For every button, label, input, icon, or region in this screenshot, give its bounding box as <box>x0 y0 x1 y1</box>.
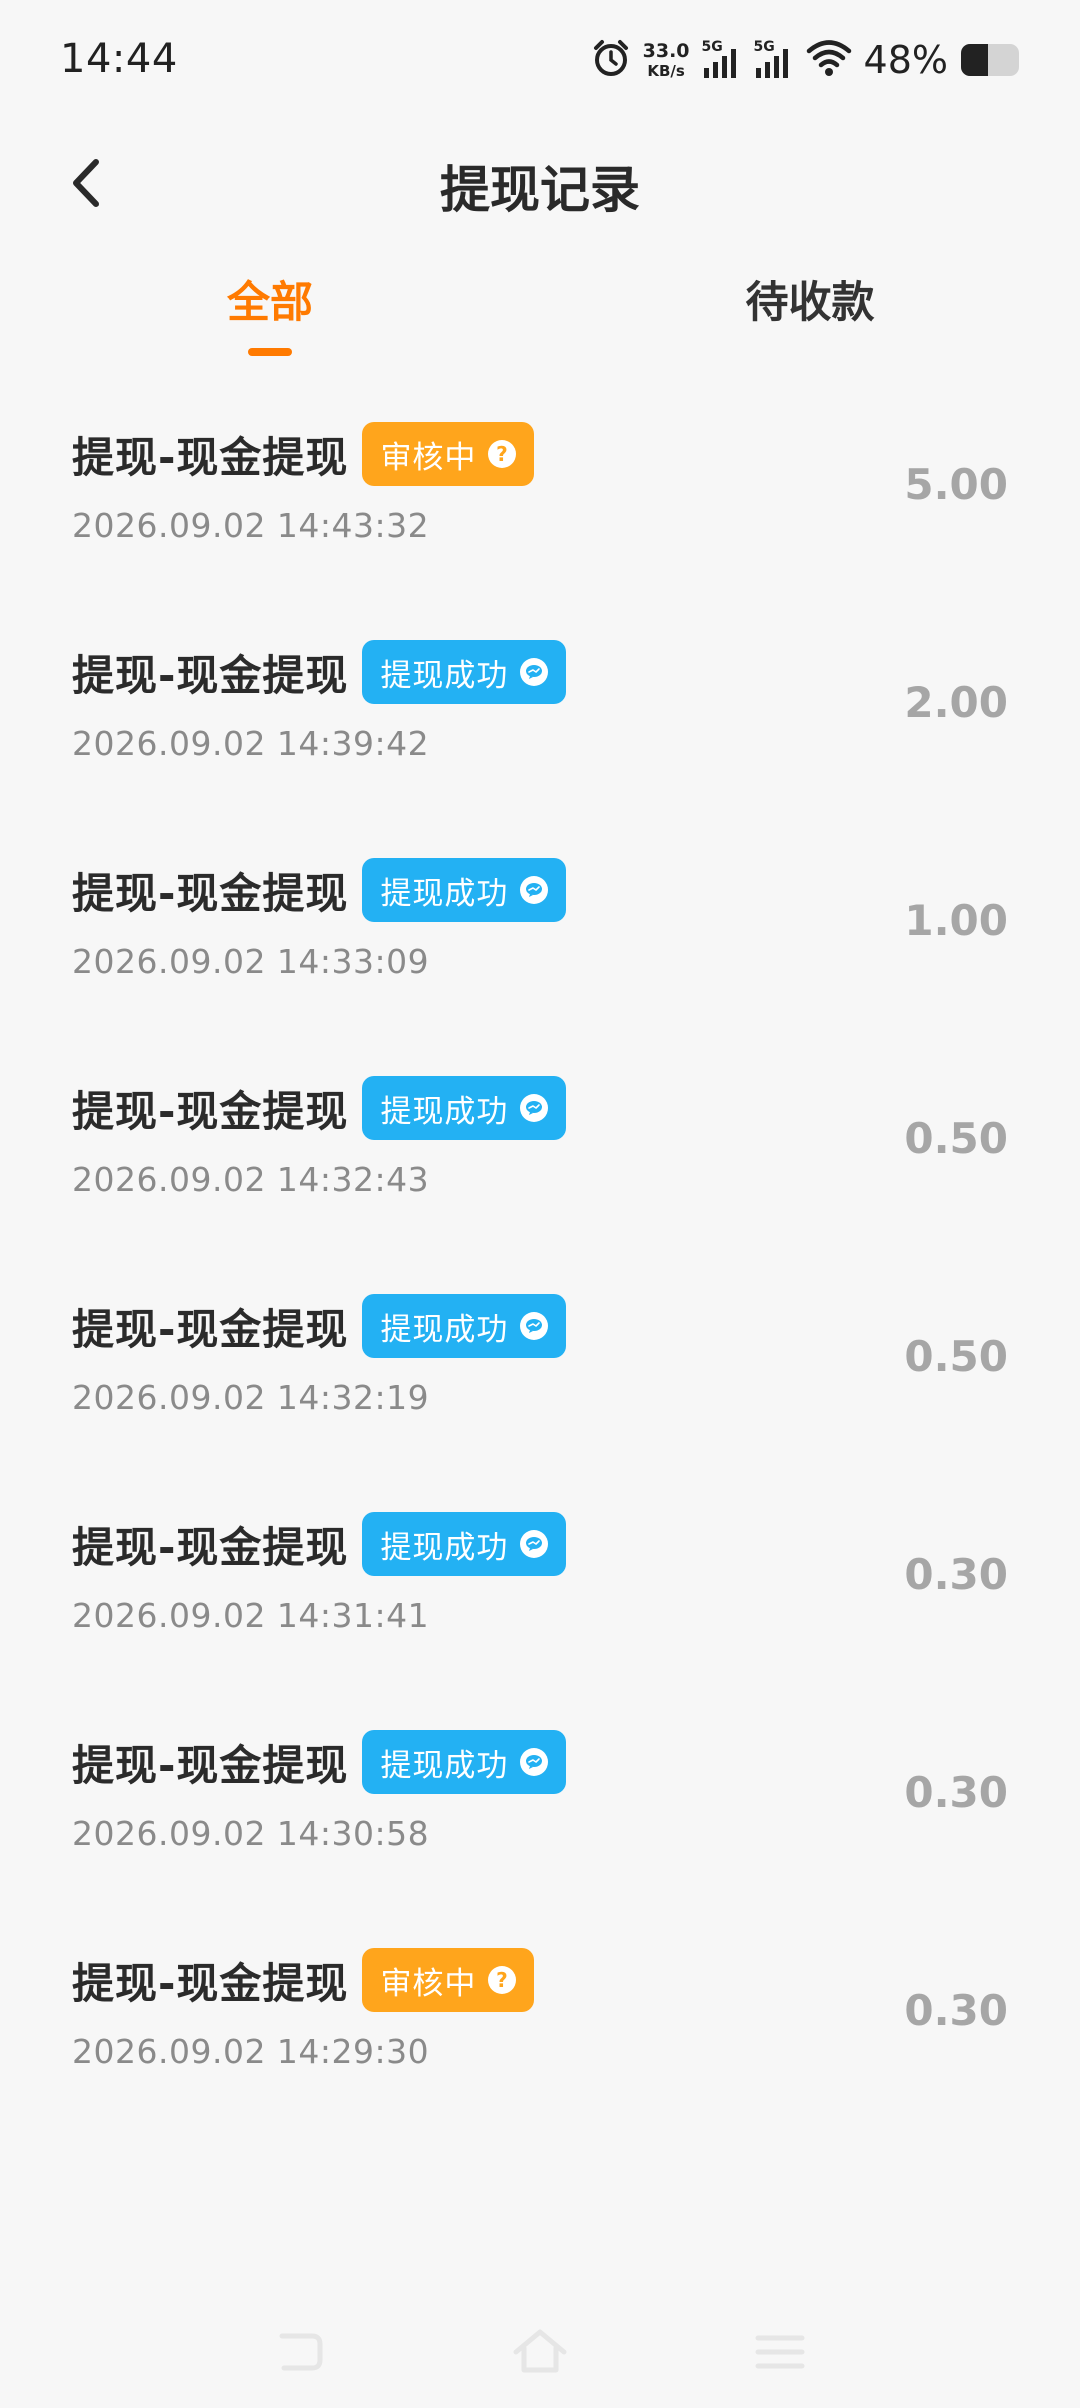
system-nav-bar <box>0 2300 1080 2408</box>
wifi-icon <box>806 38 852 82</box>
record-title: 提现-现金提现 <box>72 1304 349 1354</box>
record-title: 提现-现金提现 <box>72 1522 349 1572</box>
list-item[interactable]: 提现-现金提现 提现成功 2026.09.02 14:33:09 1.00 <box>0 816 1080 1034</box>
wechat-icon <box>520 658 549 686</box>
tab-bar: 全部 待收款 <box>0 244 1080 364</box>
list-item[interactable]: 提现-现金提现 提现成功 2026.09.02 14:32:19 0.50 <box>0 1252 1080 1470</box>
record-amount: 0.50 <box>904 1332 1008 1381</box>
record-amount: 1.00 <box>904 896 1008 945</box>
tab-pending[interactable]: 待收款 <box>700 268 920 330</box>
status-badge: 提现成功 <box>362 858 567 922</box>
signal-sim2-icon: 5G <box>754 40 794 80</box>
record-time: 2026.09.02 14:39:42 <box>72 724 430 763</box>
record-title: 提现-现金提现 <box>72 432 349 482</box>
menu-nav-icon[interactable] <box>750 2322 810 2382</box>
record-amount: 0.50 <box>904 1114 1008 1163</box>
record-amount: 0.30 <box>904 1768 1008 1817</box>
status-time: 14:44 <box>60 36 178 82</box>
list-item[interactable]: 提现-现金提现 审核中 ? 2026.09.02 14:29:30 0.30 <box>0 1906 1080 2124</box>
network-speed-unit: KB/s <box>647 61 685 80</box>
record-time: 2026.09.02 14:29:30 <box>72 2032 430 2071</box>
status-bar: 14:44 33.0 KB/s 5G 5G 48% <box>0 0 1080 124</box>
record-title: 提现-现金提现 <box>72 1086 349 1136</box>
wechat-icon <box>520 1748 549 1776</box>
record-time: 2026.09.02 14:30:58 <box>72 1814 430 1853</box>
status-badge: 提现成功 <box>362 1512 567 1576</box>
wechat-icon <box>520 1094 549 1122</box>
status-label: 提现成功 <box>380 1747 509 1784</box>
signal-sim1-icon: 5G <box>702 40 742 80</box>
status-label: 审核中 <box>380 439 477 476</box>
withdrawal-record-list: 提现-现金提现 审核中 ? 2026.09.02 14:43:32 5.00 提… <box>0 380 1080 2124</box>
status-badge: 提现成功 <box>362 1076 567 1140</box>
record-time: 2026.09.02 14:32:19 <box>72 1378 430 1417</box>
active-tab-indicator <box>248 348 292 356</box>
question-icon: ? <box>488 440 517 468</box>
status-badge: 提现成功 <box>362 1730 567 1794</box>
tab-all[interactable]: 全部 <box>160 268 380 330</box>
record-amount: 0.30 <box>904 1986 1008 2035</box>
list-item[interactable]: 提现-现金提现 提现成功 2026.09.02 14:31:41 0.30 <box>0 1470 1080 1688</box>
record-time: 2026.09.02 14:33:09 <box>72 942 430 981</box>
list-item[interactable]: 提现-现金提现 提现成功 2026.09.02 14:39:42 2.00 <box>0 598 1080 816</box>
network-speed: 33.0 KB/s <box>642 39 690 80</box>
status-badge: 提现成功 <box>362 1294 567 1358</box>
status-label: 提现成功 <box>380 1093 509 1130</box>
record-amount: 0.30 <box>904 1550 1008 1599</box>
back-nav-icon[interactable] <box>270 2322 330 2382</box>
wechat-icon <box>520 876 549 904</box>
page-header: 提现记录 <box>0 124 1080 240</box>
status-icons: 33.0 KB/s 5G 5G 48% <box>591 36 1020 84</box>
status-badge: 提现成功 <box>362 640 567 704</box>
status-label: 提现成功 <box>380 657 509 694</box>
status-label: 提现成功 <box>380 875 509 912</box>
alarm-icon <box>591 38 631 82</box>
record-time: 2026.09.02 14:43:32 <box>72 506 430 545</box>
status-label: 提现成功 <box>380 1311 509 1348</box>
list-item[interactable]: 提现-现金提现 审核中 ? 2026.09.02 14:43:32 5.00 <box>0 380 1080 598</box>
record-title: 提现-现金提现 <box>72 1958 349 2008</box>
record-amount: 5.00 <box>904 460 1008 509</box>
record-amount: 2.00 <box>904 678 1008 727</box>
status-label: 提现成功 <box>380 1529 509 1566</box>
home-nav-icon[interactable] <box>510 2322 570 2382</box>
page-title: 提现记录 <box>440 161 640 219</box>
record-title: 提现-现金提现 <box>72 1740 349 1790</box>
record-time: 2026.09.02 14:32:43 <box>72 1160 430 1199</box>
network-speed-value: 33.0 <box>642 39 690 62</box>
record-title: 提现-现金提现 <box>72 868 349 918</box>
status-label: 审核中 <box>380 1965 477 2002</box>
status-badge: 审核中 ? <box>362 1948 535 2012</box>
battery-icon <box>960 43 1020 77</box>
battery-percent: 48% <box>863 38 948 82</box>
wechat-icon <box>520 1530 549 1558</box>
status-badge: 审核中 ? <box>362 422 535 486</box>
list-item[interactable]: 提现-现金提现 提现成功 2026.09.02 14:32:43 0.50 <box>0 1034 1080 1252</box>
list-item[interactable]: 提现-现金提现 提现成功 2026.09.02 14:30:58 0.30 <box>0 1688 1080 1906</box>
record-time: 2026.09.02 14:31:41 <box>72 1596 430 1635</box>
record-title: 提现-现金提现 <box>72 650 349 700</box>
question-icon: ? <box>488 1966 517 1994</box>
wechat-icon <box>520 1312 549 1340</box>
